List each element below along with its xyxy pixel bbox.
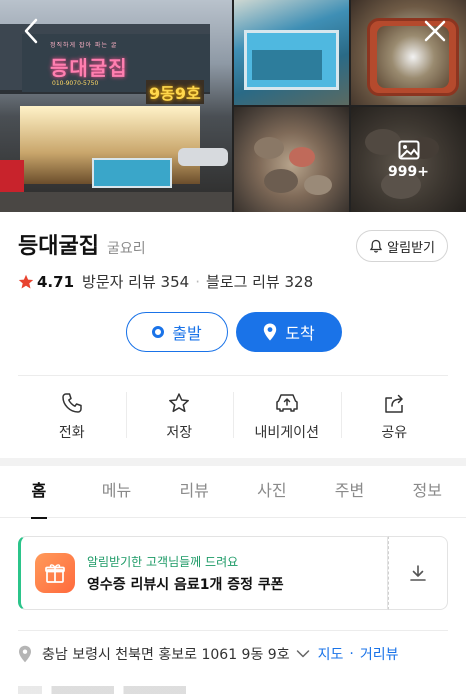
share-icon [385,394,403,413]
save-button[interactable]: 저장 [125,378,234,456]
depart-label: 출발 [172,324,202,343]
separator-dot: · [195,272,200,291]
phone-icon [62,393,82,413]
location-pin-icon [264,323,277,341]
coupon-download-button[interactable] [388,536,448,610]
separator-dot: · [349,646,354,662]
back-button[interactable] [14,14,48,48]
notify-label: 알림받기 [387,240,435,256]
address-row: 충남 보령시 천북면 홍보로 1061 9동 9호 지도 · 거리뷰 [18,644,398,664]
more-photos[interactable]: 999+ [351,107,466,212]
tab-info[interactable]: 정보 [388,466,466,518]
coupon-text: 알림받기한 고객님들께 드려요 영수증 리뷰시 음료1개 증정 쿠폰 [87,553,284,594]
coupon-card: 알림받기한 고객님들께 드려요 영수증 리뷰시 음료1개 증정 쿠폰 [18,536,448,610]
oyster-shell [304,175,332,195]
place-name: 등대굴집 [18,234,99,259]
blog-review-link[interactable]: 블로그 리뷰 328 [206,271,313,292]
coupon-title: 영수증 리뷰시 음료1개 증정 쿠폰 [87,576,284,593]
map-pin-icon [19,645,31,663]
gallery-icon [398,140,419,159]
close-icon [424,20,446,42]
oysters-photo[interactable] [234,107,349,212]
sign-slogan: 정직하게 잡아 파는 굴 [50,42,118,49]
tab-photos[interactable]: 사진 [233,466,311,518]
save-label: 저장 [166,425,193,441]
divider [18,630,448,631]
share-label: 공유 [381,425,408,441]
photo-gallery[interactable]: 정직하게 잡아 파는 굴 등대굴집 010-9070-5750 9동9호 999… [0,0,466,212]
arrive-label: 도착 [285,324,315,343]
bell-icon [370,239,383,253]
sign-name: 등대굴집 [50,56,128,80]
title-row: 등대굴집 굴요리 [18,228,146,260]
coupon-body[interactable]: 알림받기한 고객님들께 드려요 영수증 리뷰시 음료1개 증정 쿠폰 [18,536,388,610]
oyster-shell [254,137,284,159]
action-bar: 전화 저장 내비게이션 공유 [18,378,448,456]
chevron-down-icon[interactable] [296,649,310,659]
place-category: 굴요리 [106,241,146,257]
notify-button[interactable]: 알림받기 [356,230,448,262]
tab-home[interactable]: 홈 [0,466,78,519]
tab-nearby[interactable]: 주변 [311,466,389,518]
rating-score: 4.71 [37,272,75,291]
download-icon [410,565,426,581]
oyster-shell [264,169,298,193]
rating-row: 4.71 방문자 리뷰 354 · 블로그 리뷰 328 [18,271,313,292]
gift-icon [45,564,65,583]
call-button[interactable]: 전화 [18,378,126,456]
depart-button[interactable]: 출발 [126,312,228,352]
oyster-shell [289,147,315,167]
star-icon [169,393,190,413]
gift-badge [35,553,75,593]
navigation-icon [276,394,298,412]
coupon-headline: 알림받기한 고객님들께 드려요 [87,554,239,569]
next-row-cutoff [18,686,258,694]
tank-photo[interactable] [234,0,349,105]
map-link[interactable]: 지도 [318,644,344,664]
rating-star-icon [18,274,34,288]
photo-count: 999+ [351,107,466,212]
origin-dot-icon [152,326,165,338]
navigation-label: 내비게이션 [254,425,319,441]
photo-count-label: 999+ [388,163,429,180]
tab-bar: 홈 메뉴 리뷰 사진 주변 정보 [0,466,466,519]
visitor-review-link[interactable]: 방문자 리뷰 354 [82,271,189,292]
back-arrow-icon [24,18,38,44]
sign-unit: 9동9호 [146,80,204,104]
arrive-button[interactable]: 도착 [236,312,342,352]
navigation-button[interactable]: 내비게이션 [233,378,341,456]
tab-reviews[interactable]: 리뷰 [155,466,233,518]
tank-water-deep [252,50,322,80]
ground [0,192,232,212]
share-button[interactable]: 공유 [340,378,449,456]
cutoff-placeholder [18,686,258,694]
sign-phone: 010-9070-5750 [52,80,99,87]
parked-car [178,148,228,166]
close-button[interactable] [418,14,452,48]
water-tank [92,158,172,188]
tab-menu[interactable]: 메뉴 [78,466,156,518]
call-label: 전화 [58,425,85,441]
divider [18,375,448,376]
street-view-link[interactable]: 거리뷰 [360,644,399,664]
address-text[interactable]: 충남 보령시 천북면 홍보로 1061 9동 9호 [42,644,290,664]
